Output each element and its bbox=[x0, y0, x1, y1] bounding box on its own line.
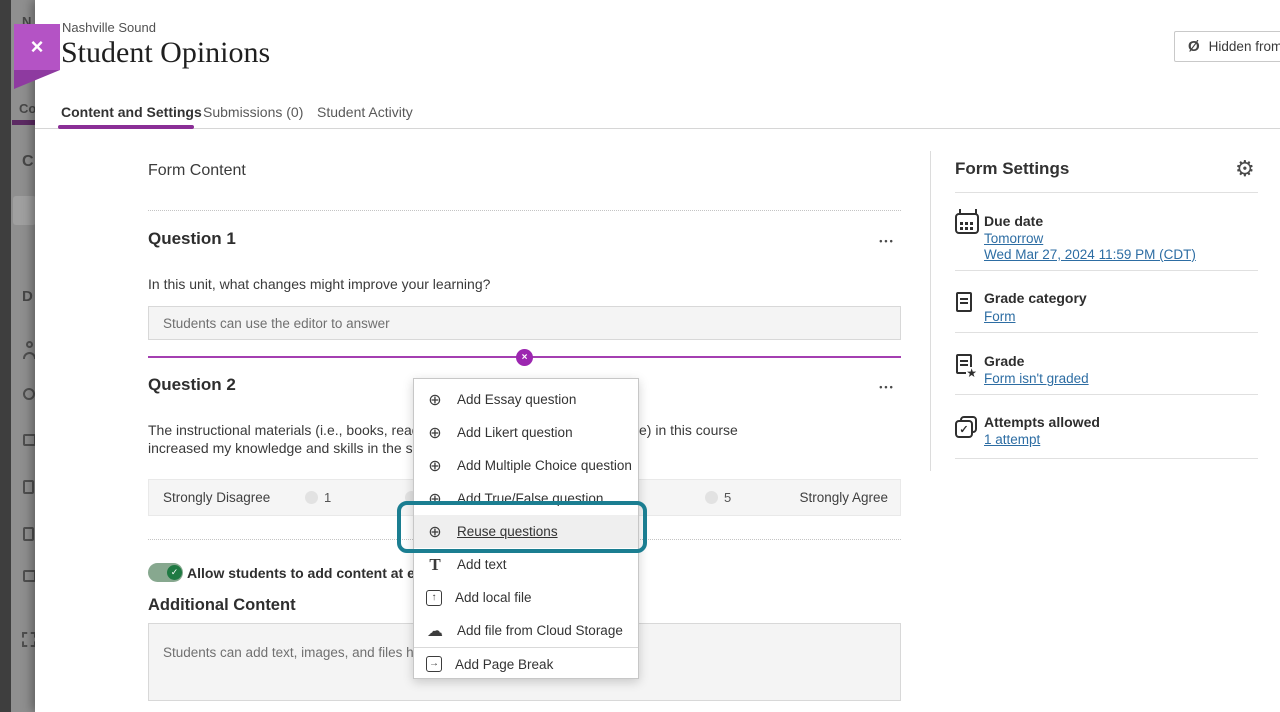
background-partial-tab: Co bbox=[19, 101, 36, 116]
likert-radio-1[interactable] bbox=[305, 491, 318, 504]
ribbon-fold bbox=[14, 70, 60, 89]
menu-item-label: Add file from Cloud Storage bbox=[457, 623, 623, 638]
form-settings-title: Form Settings bbox=[955, 159, 1069, 179]
person-icon bbox=[26, 341, 33, 348]
insert-content-close-icon[interactable]: × bbox=[516, 349, 533, 366]
text-icon: T bbox=[426, 555, 444, 575]
menu-item-add-true-false-question[interactable]: ⊕ Add True/False question bbox=[414, 482, 638, 515]
question-1-title: Question 1 bbox=[148, 229, 236, 249]
likert-radio-5[interactable] bbox=[705, 491, 718, 504]
due-date-label: Due date bbox=[984, 213, 1043, 229]
form-editor-panel: Nashville Sound Student Opinions Ø Hidde… bbox=[35, 0, 1280, 712]
menu-item-add-essay-question[interactable]: ⊕ Add Essay question bbox=[414, 383, 638, 416]
divider bbox=[955, 394, 1258, 395]
divider bbox=[955, 192, 1258, 193]
tab-submissions[interactable]: Submissions (0) bbox=[203, 104, 303, 120]
grade-category-link[interactable]: Form bbox=[984, 309, 1016, 324]
page: N Co C D Nashville Sound Student Opinion… bbox=[0, 0, 1280, 712]
dashed-placeholder-icon bbox=[22, 632, 36, 647]
circle-plus-icon: ⊕ bbox=[426, 456, 444, 476]
circle-plus-icon: ⊕ bbox=[426, 423, 444, 443]
menu-item-label: Reuse questions bbox=[457, 524, 558, 539]
insert-content-menu: ⊕ Add Essay question ⊕ Add Likert questi… bbox=[413, 378, 639, 679]
calendar-icon bbox=[955, 213, 979, 234]
question-2-title: Question 2 bbox=[148, 375, 236, 395]
likert-min-label: Strongly Disagree bbox=[163, 490, 270, 505]
additional-content-placeholder: Students can add text, images, and files… bbox=[163, 645, 433, 660]
menu-item-add-local-file[interactable]: ↑ Add local file bbox=[414, 581, 638, 614]
visibility-label: Hidden from bbox=[1209, 39, 1280, 54]
menu-item-add-multiple-choice-question[interactable]: ⊕ Add Multiple Choice question bbox=[414, 449, 638, 482]
grade-label: Grade bbox=[984, 353, 1024, 369]
menu-item-label: Add Page Break bbox=[455, 657, 553, 672]
attempts-check-icon: ✓ bbox=[955, 420, 973, 438]
tab-bar: Content and Settings Submissions (0) Stu… bbox=[35, 96, 1280, 129]
menu-item-add-page-break[interactable]: → Add Page Break bbox=[414, 648, 638, 680]
likert-max-label: Strongly Agree bbox=[799, 490, 888, 505]
background-partial-heading: C bbox=[22, 153, 34, 171]
question-1-prompt: In this unit, what changes might improve… bbox=[148, 275, 490, 293]
menu-item-reuse-questions[interactable]: ⊕ Reuse questions bbox=[414, 515, 638, 548]
close-icon: × bbox=[31, 34, 44, 60]
menu-item-label: Add local file bbox=[455, 590, 532, 605]
divider bbox=[955, 332, 1258, 333]
circle-plus-icon: ⊕ bbox=[426, 390, 444, 410]
background-tab-underline bbox=[12, 120, 36, 125]
clipboard-icon bbox=[23, 480, 34, 494]
menu-item-add-likert-question[interactable]: ⊕ Add Likert question bbox=[414, 416, 638, 449]
star-icon: ★ bbox=[966, 367, 977, 379]
attempts-link[interactable]: 1 attempt bbox=[984, 432, 1040, 447]
grade-category-label: Grade category bbox=[984, 290, 1087, 306]
cloud-icon: ☁ bbox=[426, 621, 444, 641]
grade-link[interactable]: Form isn't graded bbox=[984, 371, 1089, 386]
gear-icon[interactable]: ⚙ bbox=[1235, 156, 1255, 182]
circle-plus-icon: ⊕ bbox=[426, 522, 444, 542]
menu-item-label: Add True/False question bbox=[457, 491, 603, 506]
page-title: Student Opinions bbox=[61, 36, 270, 70]
question-1-more-options-icon[interactable]: ••• bbox=[873, 236, 901, 246]
question-2-more-options-icon[interactable]: ••• bbox=[873, 382, 901, 392]
menu-item-label: Add Essay question bbox=[457, 392, 576, 407]
clock-icon bbox=[23, 388, 35, 400]
menu-item-label: Add Multiple Choice question bbox=[457, 458, 632, 473]
likert-option-label: 1 bbox=[324, 490, 331, 505]
active-tab-underline bbox=[58, 125, 194, 129]
menu-item-add-file-from-cloud-storage[interactable]: ☁ Add file from Cloud Storage bbox=[414, 614, 638, 647]
document-icon bbox=[956, 292, 972, 312]
toggle-check-icon: ✓ bbox=[167, 565, 182, 580]
circle-plus-icon: ⊕ bbox=[426, 489, 444, 509]
graded-document-icon: ★ bbox=[956, 354, 972, 374]
visibility-button[interactable]: Ø Hidden from bbox=[1174, 31, 1280, 62]
background-left-edge bbox=[0, 0, 11, 712]
form-content-heading: Form Content bbox=[148, 162, 246, 180]
settings-divider bbox=[930, 151, 931, 471]
menu-item-label: Add text bbox=[457, 557, 507, 572]
attempts-allowed-label: Attempts allowed bbox=[984, 414, 1100, 430]
editor-placeholder: Students can use the editor to answer bbox=[163, 316, 390, 331]
due-date-full-link[interactable]: Wed Mar 27, 2024 11:59 PM (CDT) bbox=[984, 247, 1196, 262]
question-1-answer-editor[interactable]: Students can use the editor to answer bbox=[148, 306, 901, 340]
menu-item-add-text[interactable]: T Add text bbox=[414, 548, 638, 581]
dimmed-background-page: N Co C D bbox=[0, 0, 36, 712]
background-partial-section: D bbox=[22, 288, 33, 305]
file-upload-icon: ↑ bbox=[426, 590, 442, 606]
divider bbox=[955, 270, 1258, 271]
tab-content-and-settings[interactable]: Content and Settings bbox=[61, 104, 202, 120]
page-break-icon: → bbox=[426, 656, 442, 672]
course-name: Nashville Sound bbox=[62, 20, 156, 35]
menu-item-label: Add Likert question bbox=[457, 425, 573, 440]
likert-option-label: 5 bbox=[724, 490, 731, 505]
tab-student-activity[interactable]: Student Activity bbox=[317, 104, 413, 120]
additional-content-heading: Additional Content bbox=[148, 596, 296, 615]
due-date-relative-link[interactable]: Tomorrow bbox=[984, 231, 1043, 246]
allow-student-content-toggle[interactable]: ✓ bbox=[148, 563, 183, 582]
eye-slash-icon: Ø bbox=[1188, 38, 1200, 55]
close-button[interactable]: × bbox=[14, 24, 60, 70]
divider bbox=[955, 458, 1258, 459]
divider bbox=[148, 210, 901, 211]
pencil-icon bbox=[23, 527, 34, 541]
background-button-shape bbox=[13, 196, 36, 225]
